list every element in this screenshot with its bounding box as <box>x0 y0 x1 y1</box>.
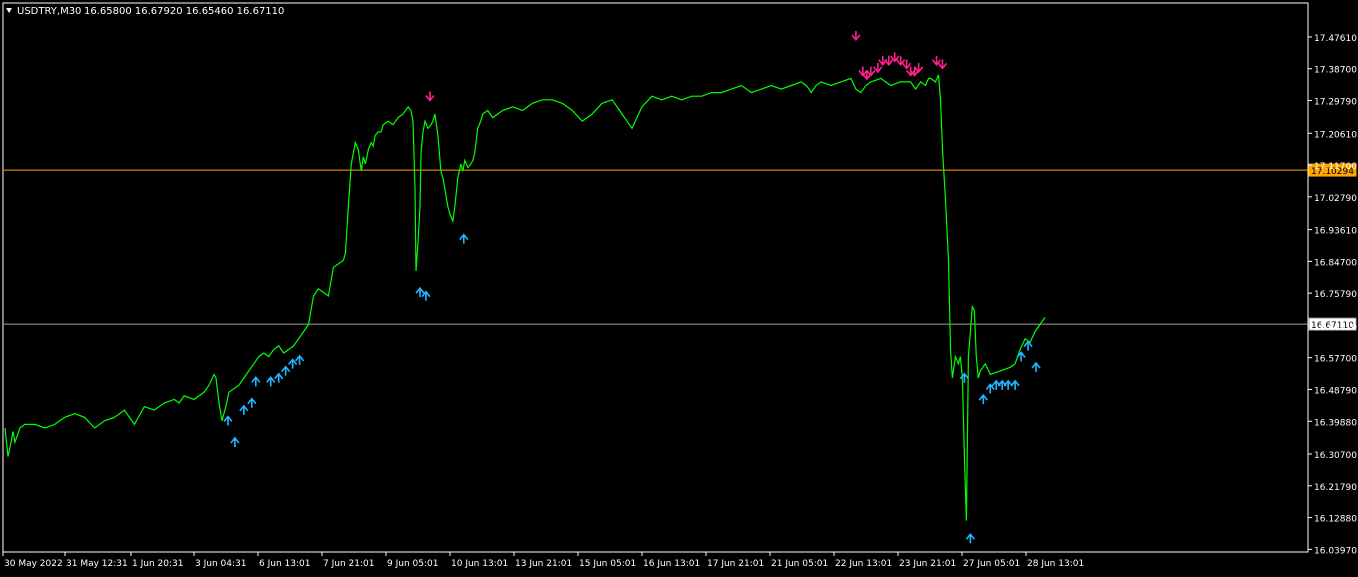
price-chart[interactable]: 17.10294 16.67110 17.47610 17.38700 17.2979… <box>0 0 1358 573</box>
y-tick-label: 17.11700 <box>1314 162 1357 172</box>
x-tick-label: 27 Jun 05:01 <box>963 559 1020 569</box>
y-tick-label: 16.75790 <box>1314 290 1357 300</box>
y-tick-label: 17.47610 <box>1314 34 1357 44</box>
y-tick-label: 16.21790 <box>1314 483 1357 493</box>
x-tick-label: 1 Jun 20:31 <box>132 559 183 569</box>
x-tick-label: 28 Jun 13:01 <box>1027 559 1084 569</box>
x-tick-label: 6 Jun 13:01 <box>259 559 310 569</box>
y-tick-label: 16.66610 <box>1314 323 1357 333</box>
x-tick-label: 10 Jun 13:01 <box>451 559 508 569</box>
y-tick-label: 17.38700 <box>1314 66 1357 76</box>
x-tick-label: 16 Jun 13:01 <box>643 559 700 569</box>
symbol-timeframe: USDTRY,M30 <box>17 6 81 17</box>
y-tick-label: 16.12880 <box>1314 515 1357 525</box>
chart-background <box>0 0 1358 573</box>
y-tick-label: 16.30700 <box>1314 451 1357 461</box>
x-tick-label: 15 Jun 05:01 <box>579 559 636 569</box>
x-tick-label: 3 Jun 04:31 <box>195 559 246 569</box>
ohlc-readout: 16.65800 16.67920 16.65460 16.67110 <box>84 6 284 17</box>
y-tick-label: 16.03970 <box>1314 546 1357 556</box>
x-tick-label: 13 Jun 21:01 <box>515 559 572 569</box>
chart-header: USDTRY,M30 16.65800 16.67920 16.65460 16… <box>6 6 284 17</box>
chart-canvas[interactable]: 17.1029416.67110 17.4761017.3870017.2979… <box>0 0 1358 573</box>
y-tick-label: 16.93610 <box>1314 227 1357 237</box>
y-tick-label: 16.48790 <box>1314 386 1357 396</box>
x-tick-label: 31 May 12:31 <box>66 559 128 569</box>
y-tick-label: 16.84700 <box>1314 258 1357 268</box>
y-tick-label: 17.20610 <box>1314 130 1357 140</box>
x-tick-label: 17 Jun 21:01 <box>707 559 764 569</box>
y-tick-label: 16.39880 <box>1314 418 1357 428</box>
y-tick-label: 17.29790 <box>1314 98 1357 108</box>
y-tick-label: 17.02790 <box>1314 194 1357 204</box>
x-tick-label: 9 Jun 05:01 <box>387 559 438 569</box>
x-tick-label: 21 Jun 05:01 <box>771 559 828 569</box>
y-tick-label: 16.57700 <box>1314 355 1357 365</box>
x-tick-label: 23 Jun 21:01 <box>899 559 956 569</box>
x-tick-label: 30 May 2022 <box>4 559 63 569</box>
x-tick-label: 7 Jun 21:01 <box>323 559 374 569</box>
x-tick-label: 22 Jun 13:01 <box>835 559 892 569</box>
